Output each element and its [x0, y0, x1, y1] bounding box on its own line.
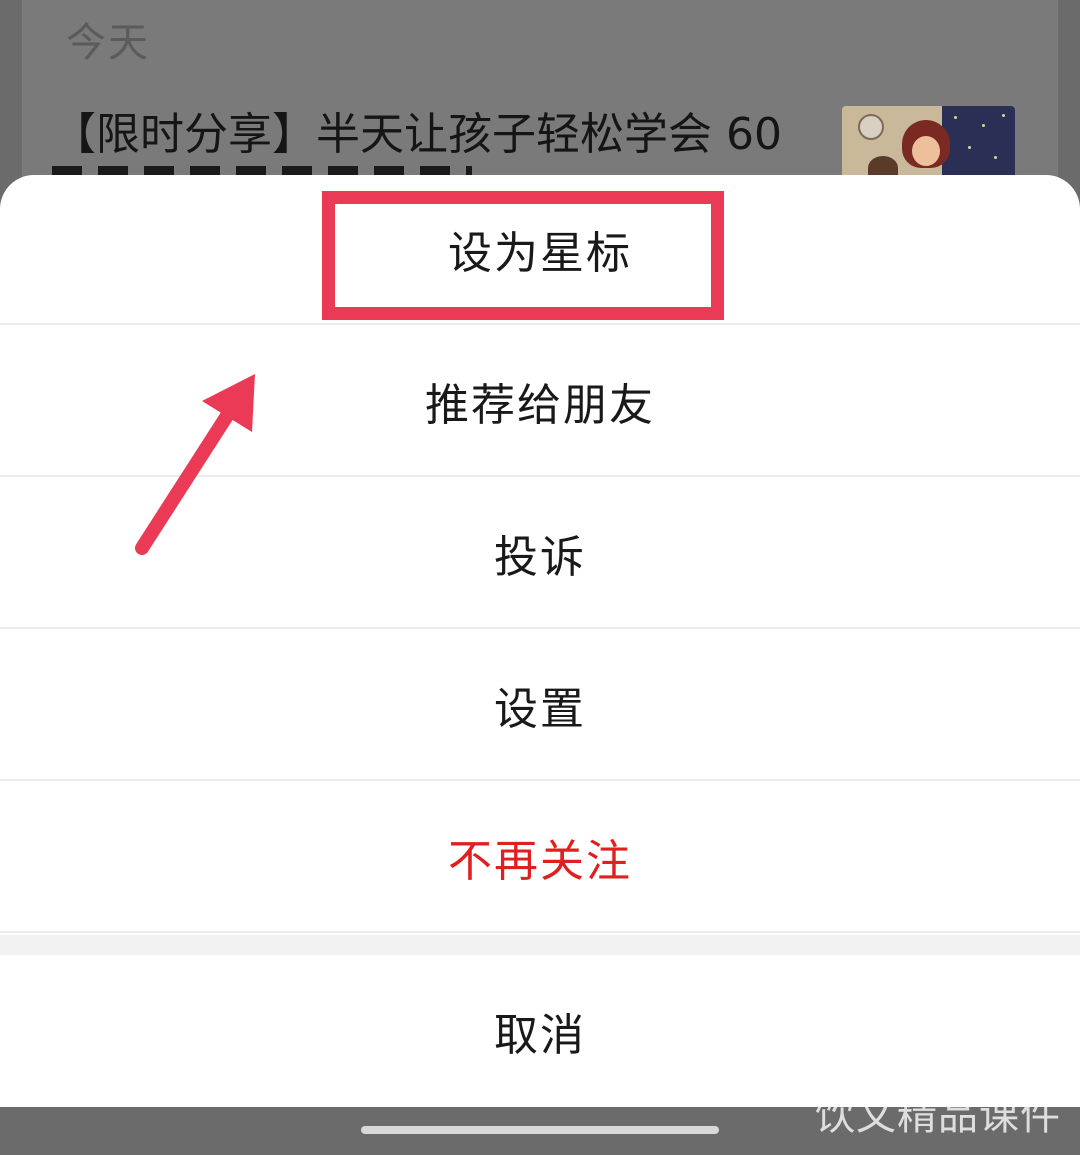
complain-button[interactable]: 投诉	[0, 479, 1080, 629]
action-sheet: 设为星标 推荐给朋友 投诉 设置 不再关注 取消	[0, 175, 1080, 1107]
complain-label: 投诉	[494, 532, 586, 583]
settings-button[interactable]: 设置	[0, 631, 1080, 781]
unfollow-button[interactable]: 不再关注	[0, 783, 1080, 933]
settings-label: 设置	[494, 684, 586, 735]
recommend-to-friend-label: 推荐给朋友	[425, 380, 655, 431]
clock-icon	[858, 114, 884, 140]
watermark: 饮文精品课件	[815, 1093, 1061, 1139]
article-title-second-line	[52, 160, 552, 176]
article-title: 【限时分享】半天让孩子轻松学会 60	[52, 109, 782, 160]
set-star-button[interactable]: 设为星标	[0, 175, 1080, 325]
home-indicator[interactable]	[361, 1126, 719, 1134]
sheet-divider	[0, 935, 1080, 955]
article-thumbnail	[842, 106, 1015, 176]
set-star-label: 设为星标	[448, 228, 632, 279]
date-header: 今天	[66, 20, 150, 66]
recommend-to-friend-button[interactable]: 推荐给朋友	[0, 327, 1080, 477]
cancel-label: 取消	[494, 1010, 586, 1061]
unfollow-label: 不再关注	[448, 836, 632, 887]
